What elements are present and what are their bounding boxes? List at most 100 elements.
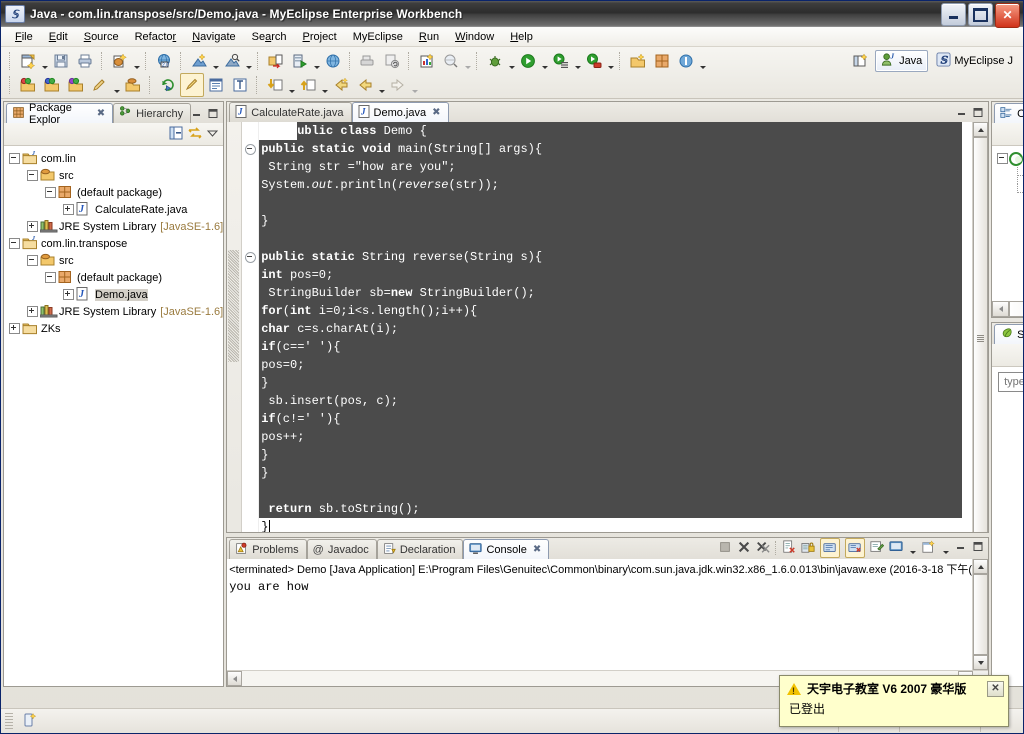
fold-toggle-icon[interactable]: [245, 144, 257, 155]
back-icon[interactable]: [353, 73, 377, 97]
outline-item-demo[interactable]: Demo: [996, 150, 1023, 167]
previous-annotation-dropdown-icon[interactable]: [287, 71, 296, 100]
open-type-dropdown-icon[interactable]: [244, 47, 253, 76]
refresh-view-icon[interactable]: [156, 73, 180, 97]
open-perspective-icon[interactable]: [849, 49, 873, 73]
console-dropdown-icon[interactable]: [908, 540, 917, 556]
scroll-up-button[interactable]: [973, 122, 989, 137]
run-as-dropdown-icon[interactable]: [606, 47, 615, 76]
save-icon[interactable]: [49, 49, 73, 73]
debug-icon[interactable]: [483, 49, 507, 73]
tree-item-jre-system-library[interactable]: JRE System Library [JavaSE-1.6]: [8, 303, 223, 320]
close-icon[interactable]: ✖: [432, 107, 440, 118]
new-console-view-icon[interactable]: [889, 540, 903, 557]
scroll-lock-icon[interactable]: [801, 540, 815, 557]
tree-item-default-package[interactable]: (default package): [8, 184, 223, 201]
previous-annotation-icon[interactable]: [263, 73, 287, 97]
tree-item-src[interactable]: src: [8, 252, 223, 269]
minimize-view-icon[interactable]: [956, 107, 968, 121]
fold-toggle-icon[interactable]: [245, 252, 257, 263]
tab-javadoc[interactable]: @ Javadoc: [306, 539, 377, 559]
console-body[interactable]: <terminated> Demo [Java Application] E:\…: [227, 559, 989, 686]
search-web-icon[interactable]: [439, 49, 463, 73]
maximize-button[interactable]: [968, 3, 993, 26]
remove-all-terminated-icon[interactable]: [756, 540, 770, 557]
deploy-icon[interactable]: [264, 49, 288, 73]
new-console-icon[interactable]: [922, 539, 936, 557]
pin-console-icon[interactable]: [820, 538, 841, 558]
new-java-element-dropdown-icon[interactable]: [132, 47, 141, 76]
new-jsp-icon[interactable]: [187, 49, 211, 73]
popup-close-button[interactable]: ✕: [987, 680, 1004, 697]
browser-globe-icon[interactable]: [321, 49, 345, 73]
perspective-java[interactable]: J Java: [875, 50, 929, 72]
scroll-up-button[interactable]: [973, 559, 989, 574]
new-class-dropdown-icon[interactable]: [698, 47, 707, 76]
toggle-markup-icon[interactable]: [180, 73, 204, 97]
terminate-icon[interactable]: [718, 540, 732, 557]
menu-navigate[interactable]: Navigate: [184, 29, 243, 45]
refresh-icon[interactable]: [380, 49, 404, 73]
tree-item-com-lin[interactable]: Jcom.lin: [8, 150, 223, 167]
tree-item-default-package[interactable]: (default package): [8, 269, 223, 286]
back-dropdown-icon[interactable]: [377, 71, 386, 100]
tree-collapse-icon[interactable]: [996, 152, 1009, 165]
run-as-icon[interactable]: [582, 49, 606, 73]
edit-project-icon[interactable]: [88, 73, 112, 97]
format-icon[interactable]: [228, 73, 252, 97]
outline-item-reverse-string[interactable]: Sreverse(String): Strin: [996, 184, 1023, 201]
scroll-down-button[interactable]: [973, 655, 989, 670]
maximize-view-icon[interactable]: [972, 541, 984, 555]
editor-vertical-scrollbar[interactable]: [972, 122, 989, 532]
tree-collapse-icon[interactable]: [26, 169, 39, 182]
tab-spring-explorer[interactable]: Spring Explorer ✖: [994, 324, 1023, 344]
tab-demo-java[interactable]: J Demo.java ✖: [351, 102, 449, 122]
debug-dropdown-icon[interactable]: [507, 47, 516, 76]
run-history-icon[interactable]: [549, 49, 573, 73]
next-annotation-dropdown-icon[interactable]: [320, 71, 329, 100]
minimize-view-icon[interactable]: [191, 108, 203, 122]
menu-myeclipse[interactable]: MyEclipse: [345, 29, 411, 45]
outline-item-main-string[interactable]: Smain(String[]): void: [996, 167, 1023, 184]
open-project-blue-icon[interactable]: [40, 73, 64, 97]
tree-expand-icon[interactable]: [26, 220, 39, 233]
search-web-dropdown-icon[interactable]: [463, 47, 472, 76]
tree-item-src[interactable]: src: [8, 167, 223, 184]
code-editor[interactable]: public class Demo {public static void ma…: [227, 122, 989, 532]
new-wizard-dropdown-icon[interactable]: [40, 47, 49, 76]
tree-collapse-icon[interactable]: [8, 152, 21, 165]
forward-dropdown-icon[interactable]: [410, 71, 419, 100]
tab-package-explorer[interactable]: Package Explor ✖: [6, 102, 114, 126]
open-web-browser-icon[interactable]: 2.0: [152, 49, 176, 73]
tree-item-calculaterate-java[interactable]: J CalculateRate.java: [8, 201, 223, 218]
editor-text[interactable]: public class Demo {public static void ma…: [259, 122, 973, 532]
maximize-view-icon[interactable]: [972, 107, 984, 121]
run-server-icon[interactable]: [288, 49, 312, 73]
new-class-icon[interactable]: [650, 49, 674, 73]
notification-popup[interactable]: 天宇电子教室 V6 2007 豪华版 ✕ 已登出: [779, 675, 1009, 727]
display-selected-console-icon[interactable]: [845, 538, 866, 558]
tab-hierarchy[interactable]: Hierarchy: [113, 103, 192, 123]
tree-item-demo-java[interactable]: J Demo.java: [8, 286, 223, 303]
menu-window[interactable]: Window: [447, 29, 502, 45]
tab-console[interactable]: Console ✖: [463, 539, 550, 559]
menu-search[interactable]: Search: [244, 29, 295, 45]
new-report-icon[interactable]: [415, 49, 439, 73]
outline-horizontal-scrollbar[interactable]: [992, 301, 1023, 317]
tab-calculaterate-java[interactable]: J CalculateRate.java: [229, 102, 352, 122]
perspective-myeclipse[interactable]: 𝕊 MyEclipse J: [930, 50, 1019, 72]
clear-console-icon[interactable]: [782, 539, 796, 557]
open-type-icon[interactable]: [220, 49, 244, 73]
scroll-left-button[interactable]: [992, 301, 1010, 317]
close-button[interactable]: ✕: [995, 3, 1020, 28]
edit-project-dropdown-icon[interactable]: [112, 71, 121, 100]
link-with-editor-icon[interactable]: [187, 125, 203, 144]
maximize-view-icon[interactable]: [207, 108, 219, 122]
open-console-icon[interactable]: [870, 540, 885, 557]
filter-input-wrapper[interactable]: [998, 372, 1023, 392]
run-icon[interactable]: [516, 49, 540, 73]
last-edit-location-icon[interactable]: [329, 73, 353, 97]
menu-edit[interactable]: Edit: [41, 29, 76, 45]
editor-annotation-ruler[interactable]: [227, 122, 243, 532]
menu-help[interactable]: Help: [502, 29, 541, 45]
